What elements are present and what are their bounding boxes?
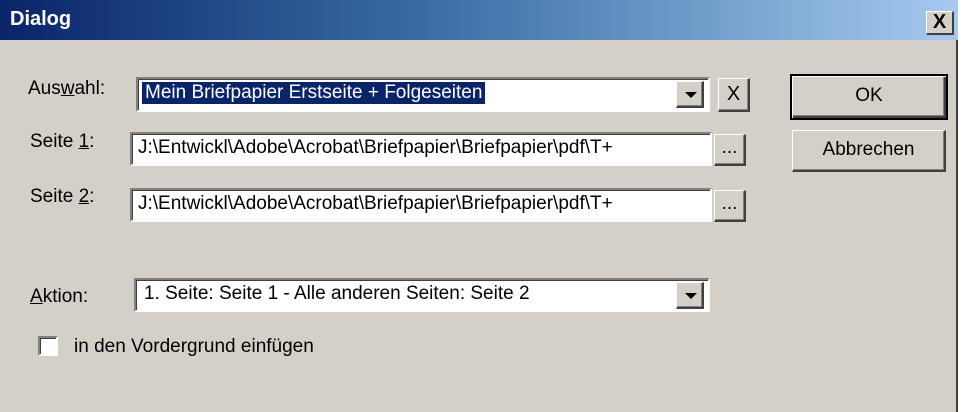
- foreground-checkbox[interactable]: [38, 336, 58, 356]
- cancel-button[interactable]: Abbrechen: [792, 130, 946, 172]
- aktion-selected-value: 1. Seite: Seite 1 - Alle anderen Seiten:…: [144, 283, 530, 304]
- dialog-window: Dialog X Auswahl: Mein Briefpapier Ersts…: [0, 0, 958, 412]
- aktion-label: Aktion:: [30, 286, 89, 307]
- ok-button[interactable]: OK: [790, 74, 948, 120]
- seite1-path-field[interactable]: J:\Entwickl\Adobe\Acrobat\Briefpapier\Br…: [130, 132, 712, 166]
- seite2-browse-button[interactable]: ...: [714, 190, 746, 222]
- seite1-browse-button[interactable]: ...: [714, 134, 746, 166]
- seite1-label: Seite 1:: [30, 131, 95, 152]
- seite2-path-value: J:\Entwickl\Adobe\Acrobat\Briefpapier\Br…: [138, 193, 613, 214]
- ellipsis-icon: ...: [721, 137, 738, 158]
- auswahl-label: Auswahl:: [28, 78, 106, 99]
- dialog-title: Dialog: [10, 8, 72, 30]
- auswahl-dropdown-button[interactable]: [676, 81, 704, 108]
- foreground-checkbox-label[interactable]: in den Vordergrund einfügen: [74, 336, 314, 358]
- aktion-dropdown-button[interactable]: [676, 282, 704, 309]
- close-button[interactable]: X: [926, 11, 954, 35]
- close-icon: X: [932, 11, 947, 33]
- auswahl-selected-value: Mein Briefpapier Erstseite + Folgeseiten: [142, 82, 486, 104]
- auswahl-combobox[interactable]: Mein Briefpapier Erstseite + Folgeseiten: [136, 77, 710, 112]
- clear-icon: X: [726, 83, 741, 105]
- ok-button-label: OK: [855, 85, 883, 106]
- ellipsis-icon: ...: [721, 193, 738, 214]
- auswahl-clear-button[interactable]: X: [718, 78, 750, 112]
- title-bar[interactable]: Dialog X: [0, 0, 958, 40]
- seite1-path-value: J:\Entwickl\Adobe\Acrobat\Briefpapier\Br…: [138, 137, 613, 158]
- seite2-label: Seite 2:: [30, 186, 95, 207]
- seite2-path-field[interactable]: J:\Entwickl\Adobe\Acrobat\Briefpapier\Br…: [130, 188, 712, 222]
- aktion-combobox[interactable]: 1. Seite: Seite 1 - Alle anderen Seiten:…: [134, 278, 710, 312]
- cancel-button-label: Abbrechen: [822, 139, 915, 160]
